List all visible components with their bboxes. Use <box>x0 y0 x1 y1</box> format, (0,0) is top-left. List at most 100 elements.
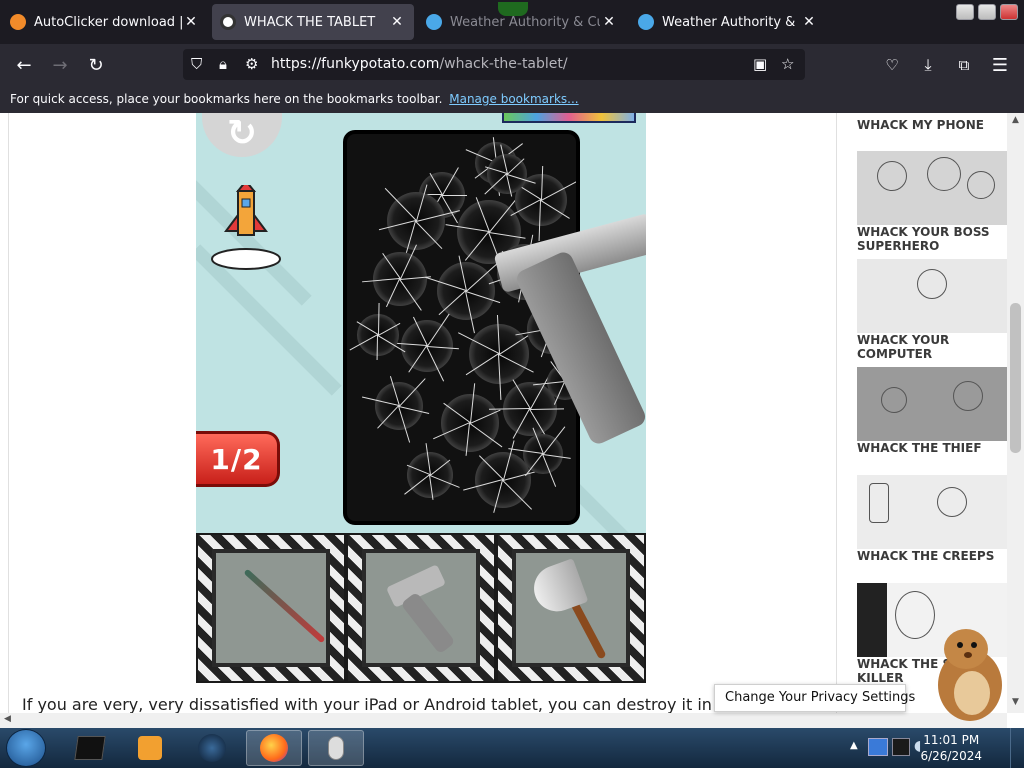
globe-icon <box>198 734 226 762</box>
taskbar-clock[interactable]: 11:01 PM 6/26/2024 <box>920 732 982 764</box>
forward-button[interactable]: → <box>47 52 73 78</box>
bookmarks-hint: For quick access, place your bookmarks h… <box>10 92 443 106</box>
url-bar[interactable]: ⛉ 🔒︎ ⚙ https://funkypotato.com/whack-the… <box>183 49 805 80</box>
sketch-shape <box>917 269 947 299</box>
tab-title: AutoClicker download | Sour <box>34 14 182 30</box>
network-icon[interactable] <box>892 738 910 756</box>
terminal-icon <box>74 736 106 760</box>
rocket-icon[interactable] <box>210 185 282 275</box>
start-button[interactable] <box>6 729 46 767</box>
sidebar-item-whack-my-phone[interactable]: WHACK MY PHONE <box>857 118 1012 132</box>
shield-icon[interactable]: ⛉ <box>191 55 202 73</box>
taskbar-app-firefox[interactable] <box>246 730 302 766</box>
scroll-down-arrow-icon[interactable]: ▼ <box>1007 697 1024 707</box>
hammer-handle-shape <box>400 591 456 655</box>
tray-app-icon[interactable] <box>868 738 888 756</box>
show-desktop-button[interactable] <box>1010 728 1024 768</box>
minimize-button[interactable] <box>956 4 974 20</box>
downloads-button[interactable]: ⤓ <box>915 52 941 78</box>
sidebar-item-whack-the-thief[interactable]: WHACK THE THIEF <box>857 441 1012 455</box>
puzzle-icon: ⧉ <box>958 56 970 74</box>
horizontal-scrollbar[interactable]: ◀ <box>0 713 1007 728</box>
funkypotato-icon <box>220 14 236 30</box>
bookmark-star-icon[interactable]: ☆ <box>781 55 794 73</box>
extension-badge-icon <box>498 2 528 16</box>
close-icon[interactable]: ✕ <box>800 14 818 30</box>
bat-shape <box>243 568 326 644</box>
maximize-button[interactable] <box>978 4 996 20</box>
tab-strip: AutoClicker download | Sour ✕ WHACK THE … <box>0 0 1024 44</box>
close-icon[interactable]: ✕ <box>388 14 406 30</box>
weapon-selector <box>196 533 646 683</box>
crack-line <box>442 195 468 196</box>
thumb-whack-your-boss-superhero[interactable] <box>857 151 1007 225</box>
reader-view-icon[interactable]: ▣ <box>753 55 767 73</box>
game-canvas[interactable]: ↻ 1/2 <box>196 113 646 533</box>
reload-icon: ↻ <box>88 54 104 76</box>
hamburger-icon: ☰ <box>991 54 1009 76</box>
close-icon[interactable]: ✕ <box>182 14 200 30</box>
tab-title: Weather Authority & Custom <box>662 14 800 30</box>
url-path: /whack-the-tablet/ <box>439 56 568 72</box>
sidebar-item-whack-your-boss-superhero[interactable]: WHACK YOUR BOSS SUPERHERO <box>857 225 1012 253</box>
extensions-button[interactable]: ⧉ <box>951 52 977 78</box>
tab-title: Weather Authority & Custo <box>450 14 600 30</box>
tab-title: WHACK THE TABLET <box>244 14 376 30</box>
scrollbar-thumb[interactable] <box>1010 303 1021 453</box>
bookmarks-toolbar: For quick access, place your bookmarks h… <box>0 85 1024 113</box>
weather-icon <box>426 14 442 30</box>
manage-bookmarks-link[interactable]: Manage bookmarks... <box>449 92 578 106</box>
menu-button[interactable]: ☰ <box>987 52 1013 78</box>
replay-button[interactable]: ↻ <box>202 113 282 157</box>
media-player-icon <box>138 736 162 760</box>
tab-weather-2[interactable]: Weather Authority & Custom ✕ <box>630 4 826 40</box>
tool-bat-button[interactable] <box>198 535 344 681</box>
sidebar-item-whack-your-computer[interactable]: WHACK YOUR COMPUTER <box>857 333 1012 361</box>
reload-button[interactable]: ↻ <box>83 52 109 78</box>
arrow-right-icon: → <box>52 54 68 76</box>
pocket-button[interactable]: ♡ <box>879 52 905 78</box>
windows-taskbar: ▲ ◖ 11:01 PM 6/26/2024 <box>0 728 1024 768</box>
clock-time: 11:01 PM <box>923 733 980 747</box>
scroll-up-arrow-icon[interactable]: ▲ <box>1007 115 1024 125</box>
tab-whack-the-tablet[interactable]: WHACK THE TABLET ✕ <box>212 4 414 40</box>
privacy-settings-button[interactable]: Change Your Privacy Settings <box>714 684 915 712</box>
vertical-scrollbar[interactable]: ▲ ▼ <box>1007 113 1024 713</box>
clock-date: 6/26/2024 <box>920 749 982 763</box>
url-text[interactable]: https://funkypotato.com/whack-the-tablet… <box>271 56 568 72</box>
permissions-icon[interactable]: ⚙ <box>245 55 258 73</box>
sketch-shape <box>937 487 967 517</box>
sketch-shape <box>869 483 889 523</box>
sidebar-item-whack-the-creeps[interactable]: WHACK THE CREEPS <box>857 549 1012 563</box>
lock-icon[interactable]: 🔒︎ <box>219 55 227 73</box>
hammer-gun-icon <box>362 549 480 667</box>
tool-axe-button[interactable] <box>498 535 644 681</box>
hamster-icon <box>938 629 1002 721</box>
window-close-button[interactable] <box>1000 4 1018 20</box>
mouse-icon <box>328 736 344 760</box>
sketch-shape <box>881 387 907 413</box>
thumb-whack-the-thief[interactable] <box>857 367 1007 441</box>
url-host: https://funkypotato.com <box>271 56 440 72</box>
sidebar-border <box>836 113 837 713</box>
tool-hammer-button[interactable] <box>348 535 494 681</box>
tray-expand-icon[interactable]: ▲ <box>850 740 858 751</box>
sketch-shape <box>967 171 995 199</box>
tab-autoclicker[interactable]: AutoClicker download | Sour ✕ <box>2 4 208 40</box>
axe-icon <box>512 549 630 667</box>
taskbar-app-terminal[interactable] <box>62 730 118 766</box>
pocket-icon: ♡ <box>885 56 899 74</box>
dark-panel <box>857 583 887 657</box>
thumb-whack-the-creeps[interactable] <box>857 475 1007 549</box>
content-border <box>8 113 9 713</box>
page-content: ↻ 1/2 If you are very, very dissatisfied… <box>0 113 1024 728</box>
taskbar-app-globe[interactable] <box>184 730 240 766</box>
taskbar-app-media-player[interactable] <box>122 730 178 766</box>
weather-icon <box>638 14 654 30</box>
close-icon[interactable]: ✕ <box>600 14 618 30</box>
thumb-whack-your-computer[interactable] <box>857 259 1007 333</box>
back-button[interactable]: ← <box>11 52 37 78</box>
scroll-left-arrow-icon[interactable]: ◀ <box>4 714 11 724</box>
game-logo <box>502 113 636 123</box>
taskbar-app-mouse[interactable] <box>308 730 364 766</box>
